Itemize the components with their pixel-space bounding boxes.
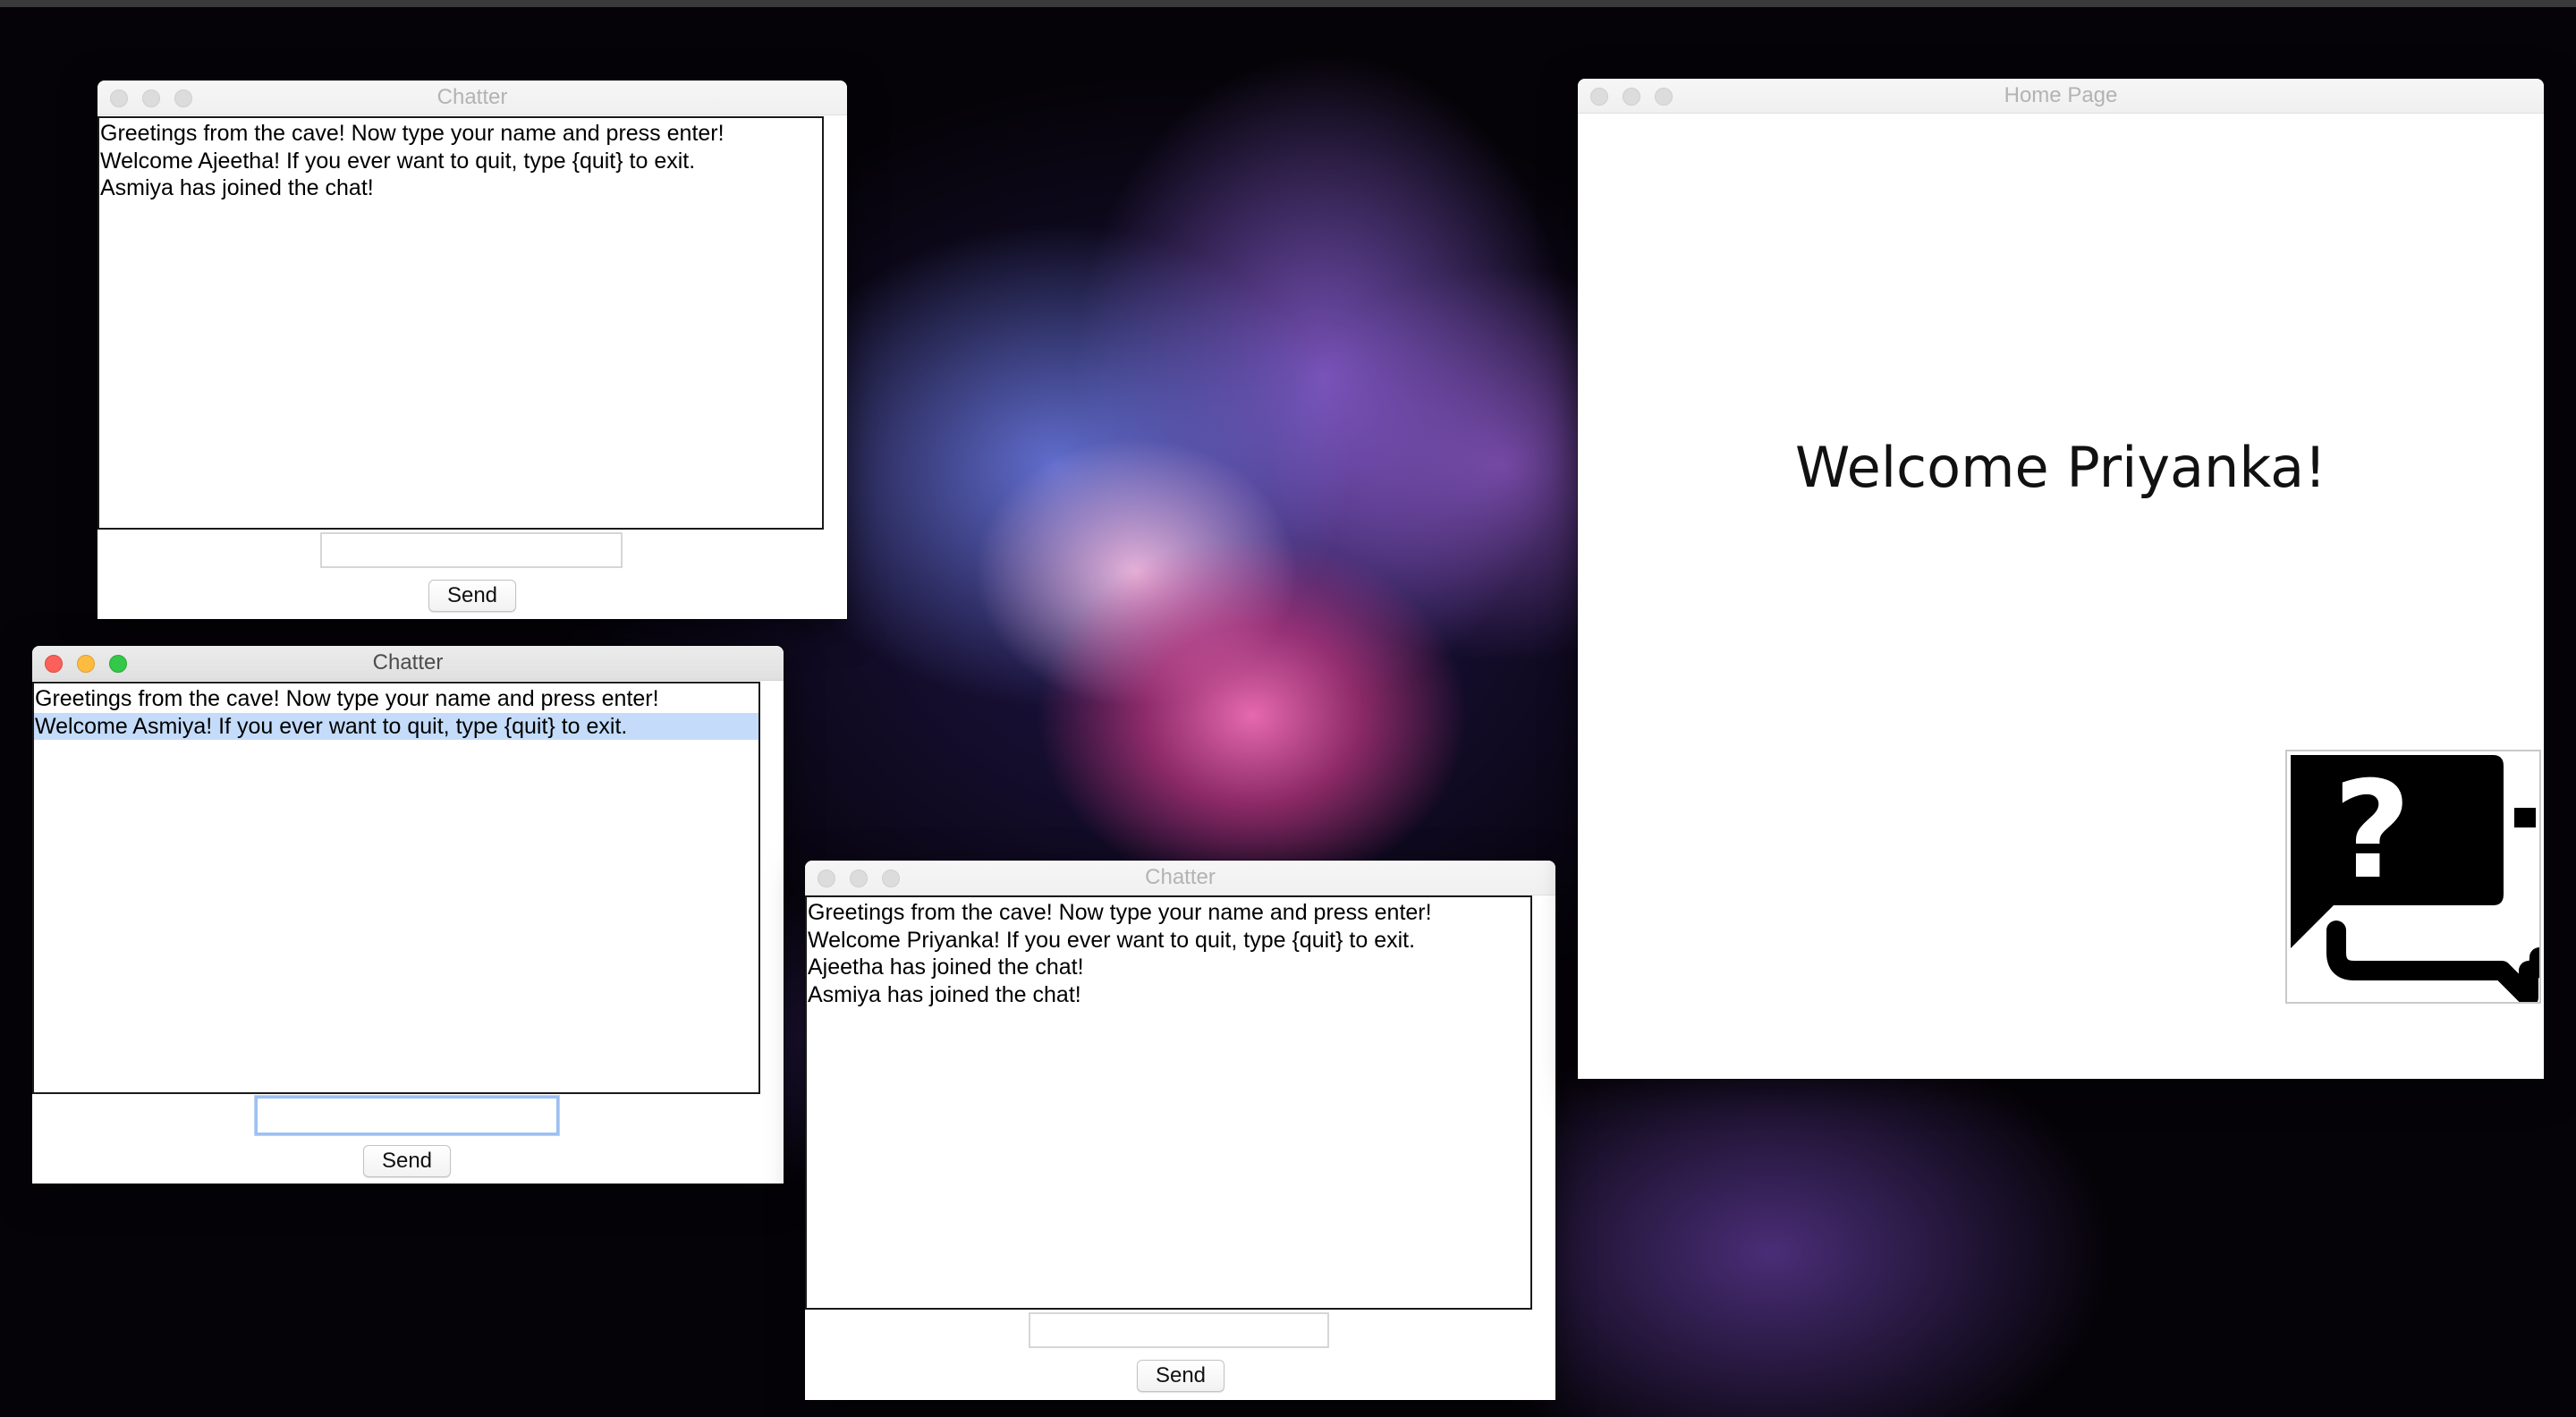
message-item-selected[interactable]: Welcome Asmiya! If you ever want to quit…: [34, 712, 758, 740]
chatter-window-ajeetha: Chatter Greetings from the cave! Now typ…: [97, 81, 847, 619]
chat-help-button[interactable]: ?: [2285, 750, 2541, 1004]
message-list[interactable]: Greetings from the cave! Now type your n…: [97, 116, 824, 530]
home-page-window: Home Page Welcome Priyanka! ?: [1578, 79, 2544, 1079]
message-item[interactable]: Asmiya has joined the chat!: [99, 174, 822, 202]
window-title: Home Page: [2004, 83, 2118, 107]
message-list[interactable]: Greetings from the cave! Now type your n…: [805, 895, 1532, 1310]
chat-help-icon: ?: [2291, 753, 2539, 1002]
send-button[interactable]: Send: [363, 1145, 451, 1177]
message-item[interactable]: Welcome Ajeetha! If you ever want to qui…: [99, 148, 822, 175]
menu-bar-strip: [0, 0, 2576, 7]
message-item[interactable]: Greetings from the cave! Now type your n…: [99, 120, 822, 148]
message-item[interactable]: Asmiya has joined the chat!: [807, 981, 1530, 1009]
message-item[interactable]: Greetings from the cave! Now type your n…: [807, 899, 1530, 927]
message-item[interactable]: Welcome Priyanka! If you ever want to qu…: [807, 927, 1530, 955]
svg-text:?: ?: [2333, 753, 2411, 909]
title-bar[interactable]: Chatter: [805, 861, 1555, 895]
send-button[interactable]: Send: [428, 580, 516, 612]
chatter-window-asmiya: Chatter Greetings from the cave! Now typ…: [32, 646, 784, 1184]
send-button[interactable]: Send: [1137, 1360, 1224, 1392]
message-input[interactable]: [255, 1096, 559, 1135]
window-title: Chatter: [1145, 865, 1216, 889]
title-bar[interactable]: Home Page: [1578, 79, 2544, 114]
message-list[interactable]: Greetings from the cave! Now type your n…: [32, 682, 760, 1094]
window-title: Chatter: [372, 650, 444, 675]
window-title: Chatter: [436, 85, 508, 109]
message-input[interactable]: [1029, 1312, 1329, 1348]
welcome-heading: Welcome Priyanka!: [1795, 435, 2326, 500]
title-bar[interactable]: Chatter: [97, 81, 847, 115]
message-item[interactable]: Ajeetha has joined the chat!: [807, 954, 1530, 981]
message-item[interactable]: Greetings from the cave! Now type your n…: [34, 685, 758, 713]
message-input[interactable]: [320, 532, 623, 568]
title-bar[interactable]: Chatter: [32, 646, 784, 681]
chatter-window-priyanka: Chatter Greetings from the cave! Now typ…: [805, 861, 1555, 1400]
